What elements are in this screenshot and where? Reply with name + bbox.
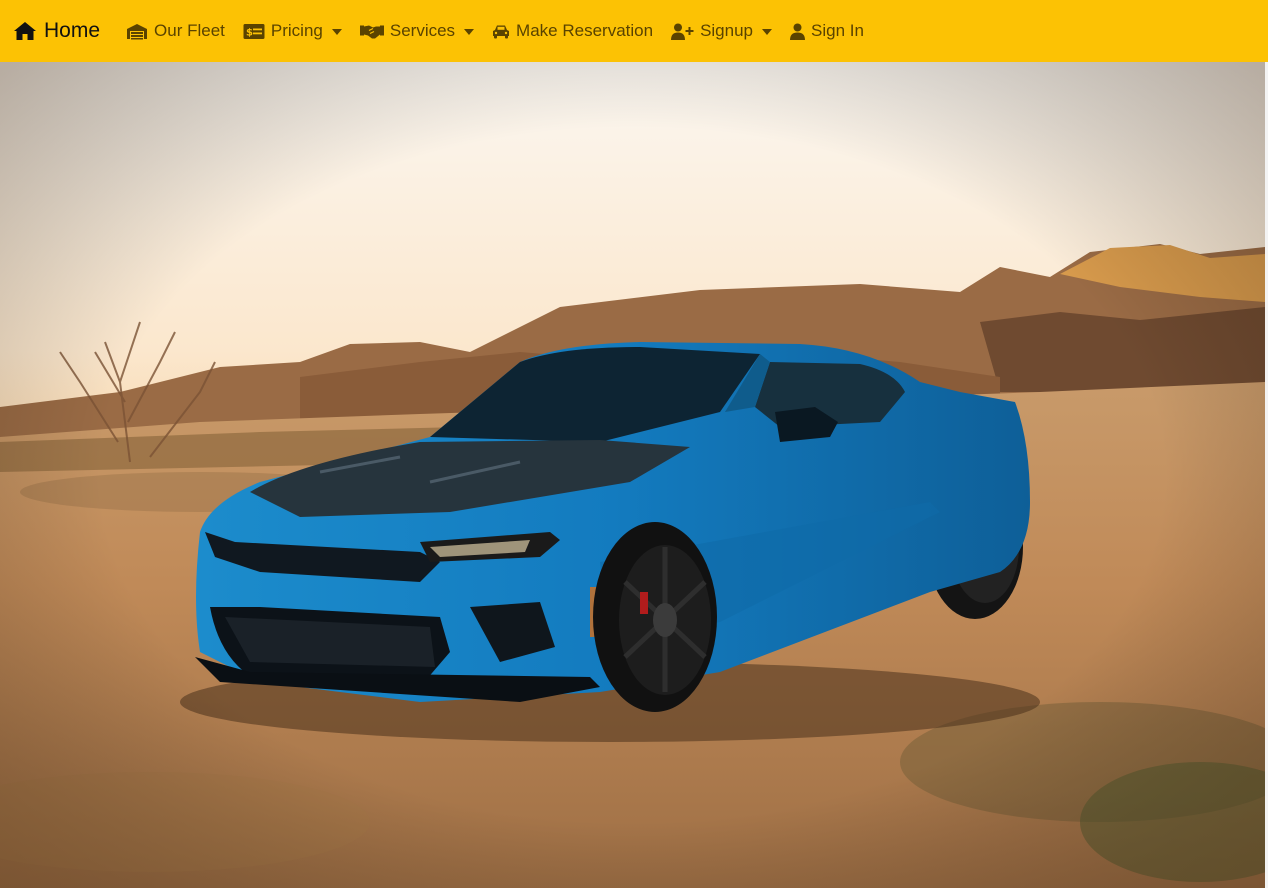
nav-services-label: Services — [389, 21, 456, 40]
nav-services[interactable]: Services — [359, 21, 475, 41]
nav-sign-in[interactable]: Sign In — [790, 21, 864, 41]
nav-make-reservation[interactable]: Make Reservation — [492, 21, 653, 41]
user-icon — [790, 23, 805, 40]
nav-make-reservation-label: Make Reservation — [516, 21, 654, 40]
nav-signup[interactable]: Signup — [671, 21, 772, 41]
user-plus-icon — [671, 23, 694, 40]
chevron-down-icon — [464, 28, 475, 35]
nav-signup-label: Signup — [700, 21, 753, 40]
hero-image — [0, 62, 1265, 888]
nav-pricing[interactable]: $ Pricing — [243, 21, 342, 41]
car-photo — [0, 62, 1265, 888]
home-link[interactable]: Home — [13, 19, 100, 43]
chevron-down-icon — [762, 28, 772, 35]
svg-text:$: $ — [246, 27, 253, 38]
chevron-down-icon — [331, 28, 342, 35]
garage-icon — [126, 23, 148, 40]
nav-pricing-label: Pricing — [270, 21, 323, 40]
top-navbar: Home Our Fleet $ Pricing Services Make R… — [0, 0, 1268, 62]
home-icon — [14, 22, 36, 40]
money-bill-icon: $ — [243, 23, 265, 40]
nav-sign-in-label: Sign In — [811, 21, 864, 40]
nav-our-fleet-label: Our Fleet — [154, 21, 225, 40]
handshake-icon — [359, 23, 384, 40]
nav-our-fleet[interactable]: Our Fleet — [126, 21, 225, 41]
home-label: Home — [44, 19, 101, 42]
car-icon — [492, 23, 510, 40]
